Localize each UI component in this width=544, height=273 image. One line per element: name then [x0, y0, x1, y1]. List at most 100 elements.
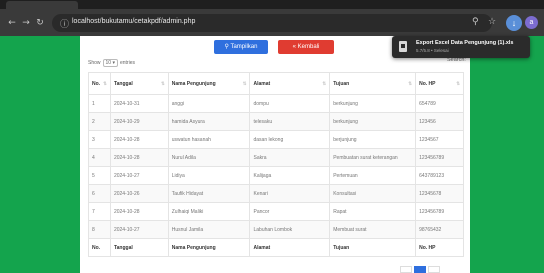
th-nohp[interactable]: No. HP ⇅: [415, 72, 464, 95]
cell-nama: anggi: [167, 94, 251, 113]
cell-tanggal: 2024-10-28: [109, 202, 169, 221]
profile-avatar[interactable]: a: [525, 16, 538, 29]
arrow-left-icon[interactable]: ←: [6, 17, 18, 29]
cell-nohp: 643789123: [415, 166, 464, 185]
cell-no: 6: [88, 184, 111, 203]
cell-alamat: dasan lekong: [249, 130, 331, 149]
table-row: 7 2024-10-28 Zulhaiqi Maliki Pancor Rapa…: [88, 202, 464, 221]
page-body: ⚲ Tampilkan « Kembali Show 10 ▾ entries Se…: [0, 36, 544, 273]
tampilkan-button[interactable]: ⚲ Tampilkan: [214, 40, 268, 54]
cell-tanggal: 2024-10-27: [109, 220, 169, 239]
cell-no: 2: [88, 112, 111, 131]
th-nohp-label: No. HP: [419, 80, 436, 87]
sort-icon: ⇅: [322, 80, 327, 86]
browser-toolbar: ← → ↻ ⓘ localhost/bukutamu/cetakpdf/admi…: [0, 9, 544, 36]
cell-nohp: 12345678: [415, 184, 464, 203]
th-tanggal-label: Tanggal: [113, 80, 133, 87]
table-footer-row: No. Tanggal Nama Pengunjung Alamat Tujua…: [88, 238, 464, 257]
arrow-right-icon[interactable]: →: [20, 17, 32, 29]
browser-tab[interactable]: [6, 1, 78, 9]
address-bar[interactable]: ⓘ localhost/bukutamu/cetakpdf/admin.php: [52, 14, 492, 32]
table-row: 5 2024-10-27 Lidiya Kalijaga Pertemuan 6…: [88, 166, 464, 185]
cell-nama: Nurul Adila: [167, 148, 251, 167]
sort-icon: ⇅: [408, 80, 413, 86]
cell-tanggal: 2024-10-27: [109, 166, 169, 185]
cell-tujuan: Pembuatan surat keterangan: [329, 148, 417, 167]
cell-no: 5: [88, 166, 111, 185]
cell-nama: hamida Asyura: [167, 112, 251, 131]
tf-alamat: Alamat: [249, 238, 331, 257]
cell-alamat: telesaku: [249, 112, 331, 131]
cell-alamat: Pancor: [249, 202, 331, 221]
table-row: 2 2024-10-29 hamida Asyura telesaku berk…: [88, 112, 464, 131]
tf-tujuan: Tujuan: [329, 238, 417, 257]
cell-tujuan: berkunjung: [329, 112, 417, 131]
cell-alamat: Kenari: [249, 184, 331, 203]
star-icon[interactable]: ☆: [488, 17, 496, 27]
cell-alamat: Kalijaga: [249, 166, 331, 185]
download-title[interactable]: Export Excel Data Pengunjung (1).xls: [416, 40, 514, 46]
tf-nohp: No. HP: [415, 238, 464, 257]
cell-nohp: 654789: [415, 94, 464, 113]
cell-nohp: 1234567: [415, 130, 464, 149]
th-alamat[interactable]: Alamat ⇅: [249, 72, 331, 95]
pagination: [400, 266, 460, 273]
sort-icon: ⇅: [103, 80, 107, 86]
cell-alamat: Labuhan Lombok: [249, 220, 331, 239]
site-info-icon[interactable]: ⓘ: [60, 17, 69, 30]
cell-no: 1: [88, 94, 111, 113]
th-nama[interactable]: Nama Pengunjung ⇅: [167, 72, 251, 95]
show-entries: Show 10 ▾ entries: [88, 59, 135, 67]
th-no[interactable]: No. ⇅: [88, 72, 111, 95]
reload-icon[interactable]: ↻: [34, 17, 46, 29]
cell-tujuan: Konsultasi: [329, 184, 417, 203]
th-tujuan-label: Tujuan: [333, 80, 350, 87]
show-entries-suffix: entries: [119, 60, 135, 66]
th-tujuan[interactable]: Tujuan ⇅: [329, 72, 417, 95]
th-nama-label: Nama Pengunjung: [171, 80, 216, 87]
cell-tanggal: 2024-10-29: [109, 112, 169, 131]
cell-tanggal: 2024-10-31: [109, 94, 169, 113]
th-tanggal[interactable]: Tanggal ⇅: [109, 72, 169, 95]
pagination-next[interactable]: [428, 266, 440, 273]
pagination-prev[interactable]: [400, 266, 412, 273]
cell-nohp: 123456789: [415, 148, 464, 167]
entries-select[interactable]: 10 ▾: [102, 59, 118, 67]
sort-icon: ⇅: [160, 80, 165, 86]
download-status: 5.7/5.8 • Selesai: [416, 48, 449, 53]
table-header-row: No. ⇅ Tanggal ⇅ Nama Pengunjung ⇅ Alamat ⇅ T…: [88, 72, 464, 95]
table-row: 3 2024-10-28 uswatun hasanah dasan lekon…: [88, 130, 464, 149]
kembali-label: Kembali: [297, 44, 320, 50]
cell-nohp: 123456: [415, 112, 464, 131]
cell-tanggal: 2024-10-28: [109, 148, 169, 167]
cell-tanggal: 2024-10-28: [109, 130, 169, 149]
pagination-page-active[interactable]: [414, 266, 426, 273]
table-row: 1 2024-10-31 anggi dompu berkunjung 6547…: [88, 94, 464, 113]
cell-nama: Lidiya: [167, 166, 251, 185]
tf-no: No.: [88, 238, 111, 257]
cell-alamat: dompu: [249, 94, 331, 113]
download-icon[interactable]: ↓: [506, 15, 522, 31]
show-entries-prefix: Show: [88, 60, 101, 66]
cell-tujuan: Pertemuan: [329, 166, 417, 185]
cell-nama: Zulhaiqi Maliki: [167, 202, 251, 221]
cell-no: 4: [88, 148, 111, 167]
cell-tujuan: berkunjung: [329, 94, 417, 113]
th-no-label: No.: [92, 80, 101, 87]
entries-select-value: 10: [105, 60, 112, 66]
data-card: ⚲ Tampilkan « Kembali Show 10 ▾ entries Se…: [80, 36, 470, 273]
cell-tujuan: Rapat: [329, 202, 417, 221]
kembali-button[interactable]: « Kembali: [278, 40, 334, 54]
url-text[interactable]: localhost/bukutamu/cetakpdf/admin.php: [72, 18, 195, 25]
cell-tujuan: berjunjung: [329, 130, 417, 149]
cell-nama: uswatun hasanah: [167, 130, 251, 149]
tf-nama: Nama Pengunjung: [167, 238, 251, 257]
tab-strip: [0, 0, 544, 9]
zoom-icon[interactable]: ⚲: [472, 17, 479, 27]
cell-nohp: 98765432: [415, 220, 464, 239]
tampilkan-label: Tampilkan: [230, 44, 258, 50]
cell-nohp: 123456789: [415, 202, 464, 221]
table-row: 6 2024-10-26 Taufik Hidayat Kenari Konsu…: [88, 184, 464, 203]
cell-tujuan: Membuat surat: [329, 220, 417, 239]
download-popup[interactable]: Export Excel Data Pengunjung (1).xls 5.7…: [392, 36, 530, 58]
